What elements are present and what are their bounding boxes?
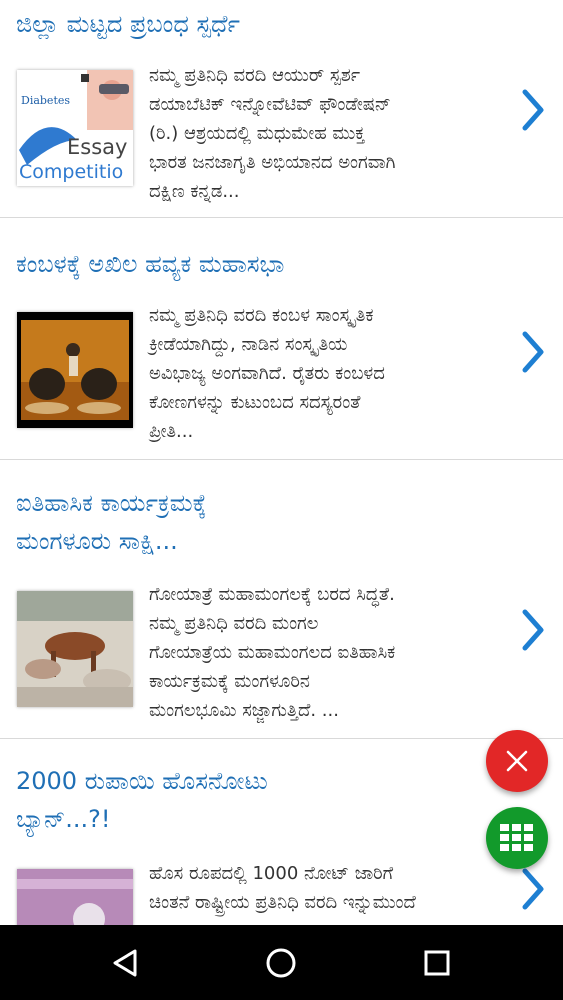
kambala-image	[17, 312, 133, 428]
article-title[interactable]: ಐತಿಹಾಸಿಕ ಕಾರ್ಯಕ್ರಮಕ್ಕೆ ಮಂಗಳೂರು ಸಾಕ್ಷಿ...	[16, 484, 493, 560]
article-item[interactable]: ಕಂಬಳಕ್ಕೆ ಅಖಿಲ ಹವ್ಯಕ ಮಹಾಸಭಾ ನಮ್ಮ ಪ್ರತಿನಿಧ…	[0, 218, 563, 460]
article-title[interactable]: ಕಂಬಳಕ್ಕೆ ಅಖಿಲ ಹವ್ಯಕ ಮಹಾಸಭಾ	[16, 245, 493, 283]
essay-competition-image: Diabetes Essay Competitio	[17, 70, 133, 186]
article-item[interactable]: 2000 ರುಪಾಯಿ ಹೊಸನೋಟು ಬ್ಯಾನ್...?! ಹೊಸ ರೂಪದ…	[0, 739, 563, 925]
article-snippet: ನಮ್ಮ ಪ್ರತಿನಿಧಿ ವರದಿ ಆಯುರ್ ಸ್ಪರ್ಶ ಡಯಾಬೆಟಿ…	[149, 65, 396, 202]
chevron-right-icon[interactable]	[519, 867, 549, 911]
thumb-text: Diabetes	[21, 94, 70, 107]
chevron-right-icon[interactable]	[519, 88, 549, 132]
article-snippet: ಹೊಸ ರೂಪದಲ್ಲಿ 1000 ನೋಟ್ ಜಾರಿಗೆ ಚಿಂತನೆ ರಾಷ…	[149, 863, 421, 925]
article-title[interactable]: ಜಿಲ್ಲಾ ಮಟ್ಟದ ಪ್ರಬಂಧ ಸ್ಪರ್ಧೆ	[16, 5, 493, 43]
cattle-image	[17, 591, 133, 707]
system-navigation-bar	[0, 925, 563, 1000]
recents-button[interactable]	[411, 937, 463, 989]
close-fab-button[interactable]	[486, 730, 548, 792]
article-item[interactable]: ಐತಿಹಾಸಿಕ ಕಾರ್ಯಕ್ರಮಕ್ಕೆ ಮಂಗಳೂರು ಸಾಕ್ಷಿ...…	[0, 460, 563, 739]
banknote-image	[17, 869, 133, 925]
home-icon	[266, 948, 296, 978]
article-snippet: ಗೋಯಾತ್ರೆ ಮಹಾಮಂಗಲಕ್ಕೆ ಬರದ ಸಿದ್ಧತೆ. ನಮ್ಮ ಪ…	[149, 584, 396, 721]
article-thumbnail[interactable]	[17, 869, 133, 925]
chevron-right-icon[interactable]	[519, 330, 549, 374]
article-snippet: ನಮ್ಮ ಪ್ರತಿನಿಧಿ ವರದಿ ಕಂಬಳ ಸಾಂಸ್ಕೃತಿಕ ಕ್ರೀ…	[149, 305, 385, 442]
menu-fab-button[interactable]	[486, 807, 548, 869]
recents-icon	[424, 950, 450, 976]
thumb-text: Essay	[67, 135, 127, 159]
article-title[interactable]: 2000 ರುಪಾಯಿ ಹೊಸನೋಟು ಬ್ಯಾನ್...?!	[16, 762, 493, 838]
article-feed: ಜಿಲ್ಲಾ ಮಟ್ಟದ ಪ್ರಬಂಧ ಸ್ಪರ್ಧೆ Diabetes Ess…	[0, 0, 563, 925]
article-thumbnail[interactable]	[17, 312, 133, 428]
back-button[interactable]	[99, 937, 151, 989]
back-icon	[113, 949, 137, 977]
thumb-text: Competitio	[19, 161, 123, 183]
home-button[interactable]	[255, 937, 307, 989]
article-thumbnail[interactable]: Diabetes Essay Competitio	[17, 70, 133, 186]
article-item[interactable]: ಜಿಲ್ಲಾ ಮಟ್ಟದ ಪ್ರಬಂಧ ಸ್ಪರ್ಧೆ Diabetes Ess…	[0, 0, 563, 218]
chevron-right-icon[interactable]	[519, 608, 549, 652]
grid-icon	[500, 824, 533, 851]
close-icon	[506, 750, 528, 772]
article-thumbnail[interactable]	[17, 591, 133, 707]
